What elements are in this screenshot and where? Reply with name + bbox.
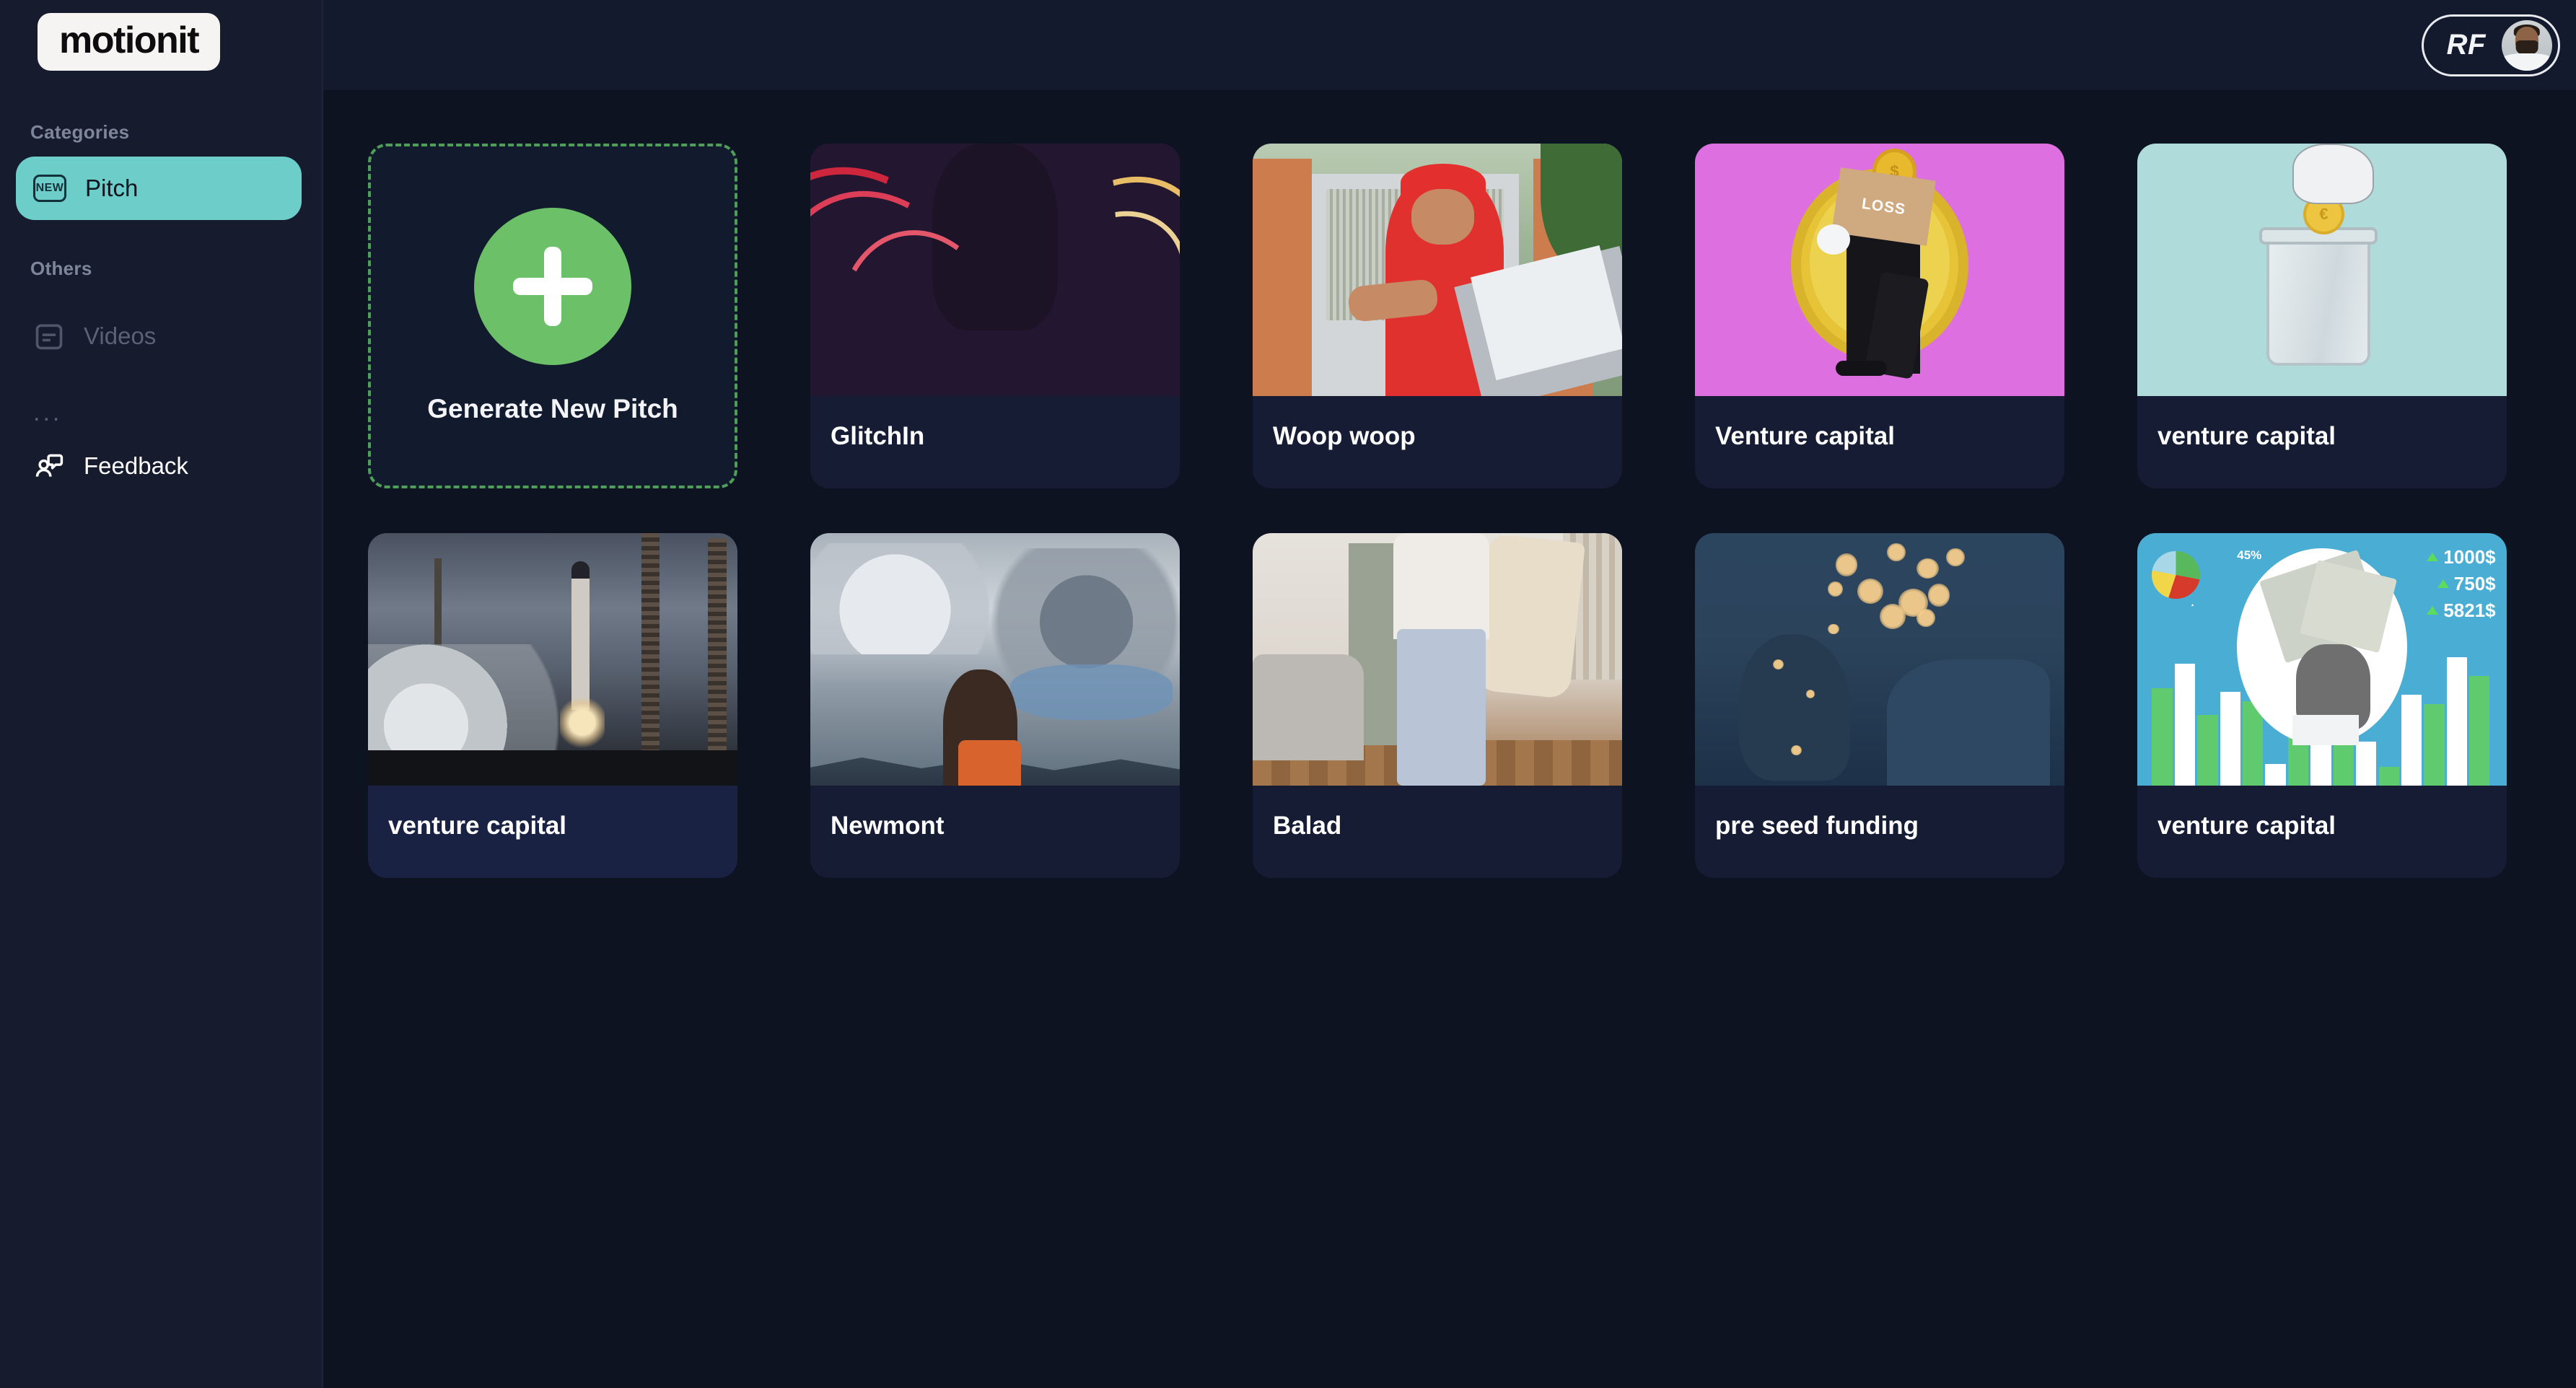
pitch-card[interactable]: venture capital (368, 533, 737, 878)
chart-bar (2378, 766, 2399, 786)
pie-chart (2152, 550, 2201, 599)
pitch-card-title: GlitchIn (831, 422, 925, 450)
pitch-grid: Generate New Pitch GlitchIn Woop woop $ … (323, 90, 2576, 878)
sidebar-item-label-videos: Videos (84, 322, 157, 349)
pitch-card[interactable]: $ LOSS Venture capital (1695, 144, 2064, 488)
pitch-thumbnail: € (2137, 144, 2507, 396)
value-item: 1000$ (2443, 545, 2496, 568)
pitch-thumbnail: $ LOSS (1695, 144, 2064, 396)
sidebar: motionit Categories NEW Pitch Others Vid… (0, 0, 323, 1388)
pitch-card[interactable]: Balad (1253, 533, 1622, 878)
chart-bar (2446, 657, 2467, 786)
value-item: 5821$ (2443, 599, 2496, 621)
pitch-card-title: Balad (1273, 812, 1342, 840)
value-item: 750$ (2453, 572, 2496, 594)
chart-bar (2356, 742, 2377, 786)
app-logo[interactable]: motionit (38, 13, 221, 71)
up-arrow-icon (2427, 553, 2439, 561)
pitch-thumbnail (1695, 533, 2064, 786)
sidebar-section-others: Others (30, 258, 92, 279)
chart-bar (2265, 763, 2286, 786)
pitch-card-title: venture capital (388, 812, 567, 840)
plus-icon (474, 208, 631, 365)
generate-new-pitch-label: Generate New Pitch (427, 394, 678, 423)
pitch-card-title: venture capital (2157, 422, 2336, 450)
pitch-card-title: Woop woop (1273, 422, 1416, 450)
sidebar-item-label-feedback: Feedback (84, 452, 188, 479)
chart-bar (2424, 704, 2445, 786)
logo-container: motionit (0, 0, 322, 71)
user-profile-badge[interactable]: RF (2421, 14, 2560, 76)
pitch-thumbnail (368, 533, 737, 786)
feedback-chat-icon (33, 450, 65, 482)
pitch-thumbnail (1253, 144, 1622, 396)
pitch-card[interactable]: pre seed funding (1695, 533, 2064, 878)
sidebar-overflow-dots[interactable]: ... (0, 400, 322, 424)
pitch-thumbnail (1253, 533, 1622, 786)
chart-bar (2401, 695, 2422, 786)
sidebar-item-pitch[interactable]: NEW Pitch (16, 157, 302, 220)
pie-leader-line (2251, 568, 2253, 569)
pitch-thumbnail: 45% 1000$ 750$ 5821$ (2137, 533, 2507, 786)
sidebar-item-videos[interactable]: Videos (16, 304, 302, 368)
pitch-thumbnail (810, 144, 1180, 396)
value-list: 1000$ 750$ 5821$ (2427, 545, 2496, 622)
video-card-icon (33, 320, 65, 352)
up-arrow-icon (2437, 579, 2449, 588)
generate-new-pitch-card[interactable]: Generate New Pitch (368, 144, 737, 488)
sidebar-item-feedback[interactable]: Feedback (16, 434, 302, 498)
pitch-card[interactable]: Woop woop (1253, 144, 1622, 488)
sidebar-section-categories: Categories (30, 121, 130, 143)
avatar[interactable] (2502, 19, 2552, 71)
up-arrow-icon (2427, 606, 2439, 615)
pitch-card[interactable]: 45% 1000$ 750$ 5821$ venture capital (2137, 533, 2507, 878)
top-bar: RF (323, 0, 2576, 90)
main-content: RF Generate New Pitch GlitchIn Woop woop… (323, 0, 2576, 1388)
pitch-card[interactable]: € venture capital (2137, 144, 2507, 488)
app-root: motionit Categories NEW Pitch Others Vid… (0, 0, 2576, 1388)
new-badge-icon: NEW (33, 175, 66, 202)
sidebar-item-label-pitch: Pitch (85, 175, 139, 201)
chart-bar (2469, 676, 2490, 786)
pitch-card-title: Newmont (831, 812, 945, 840)
pie-percent-label: 45% (2237, 548, 2262, 562)
chart-bar (2152, 688, 2173, 786)
pitch-card[interactable]: GlitchIn (810, 144, 1180, 488)
pitch-card-title: venture capital (2157, 812, 2336, 840)
user-initials: RF (2446, 29, 2486, 61)
chart-bar (2220, 691, 2240, 786)
pitch-card-title: Venture capital (1715, 422, 1895, 450)
chart-bar (2174, 663, 2196, 786)
pitch-card[interactable]: Newmont (810, 533, 1180, 878)
pitch-thumbnail (810, 533, 1180, 786)
chart-bar (2197, 715, 2218, 786)
pitch-card-title: pre seed funding (1715, 812, 1919, 840)
